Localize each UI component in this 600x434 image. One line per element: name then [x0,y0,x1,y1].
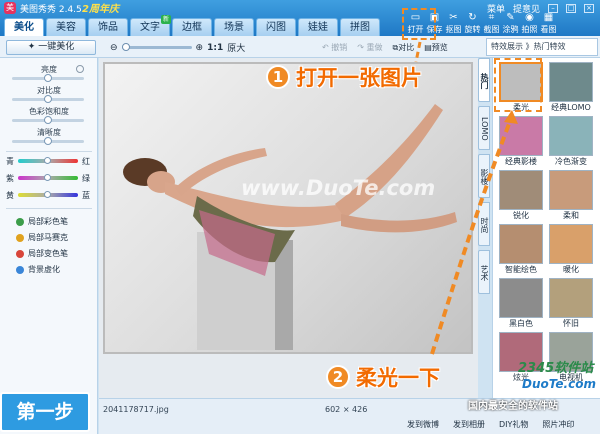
callout-step-1: 1 打开一张图片 [266,62,422,92]
step-2-number: 2 [326,365,350,389]
arrow-to-soft-light [430,115,514,355]
arrow-head-icon [504,110,518,124]
step-1-text: 打开一张图片 [296,66,422,90]
step-2-text: 柔光一下 [356,366,440,390]
brand-name: 2345软件站 [518,361,594,376]
step-1-number: 1 [266,65,290,89]
brand-site: DuoTe.com [522,377,596,391]
callout-step-2: 2 柔光一下 [326,362,440,392]
arrow-to-open [414,41,422,63]
site-watermark-logo: 2345软件站 DuoTe.com 国内最安全的软件站 [468,355,596,412]
brand-tagline: 国内最安全的软件站 [468,401,558,412]
